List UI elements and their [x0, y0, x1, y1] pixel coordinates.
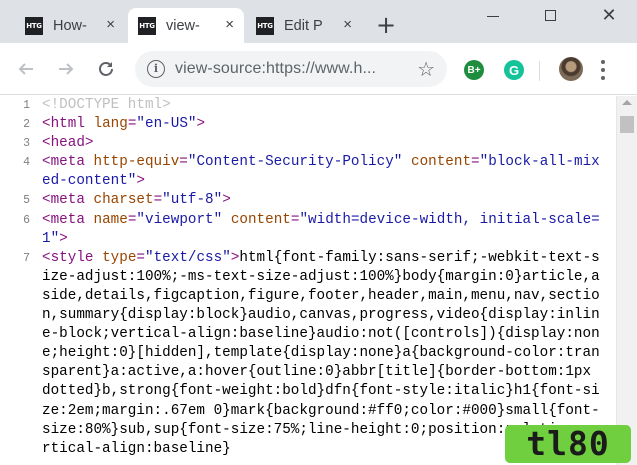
toolbar-divider — [539, 61, 540, 81]
htg-favicon-icon: HTG — [25, 16, 43, 35]
minimize-icon — [487, 15, 499, 17]
source-line: 5 <meta charset="utf-8"> — [0, 191, 616, 210]
close-icon[interactable]: × — [106, 17, 115, 33]
menu-dots-icon[interactable] — [600, 60, 606, 80]
tab-2-active[interactable]: HTG view- × — [128, 8, 244, 43]
line-number: 4 — [23, 156, 30, 170]
address-bar[interactable]: i view-source:https://www.h... ☆ — [135, 51, 447, 87]
back-button[interactable] — [14, 57, 38, 81]
reload-icon — [99, 62, 113, 76]
source-line: 2 <html lang="en-US"> — [0, 115, 616, 134]
window-close-button[interactable]: ✕ — [594, 4, 624, 26]
source-line: 4 <meta http-equiv="Content-Security-Poli… — [0, 153, 616, 191]
info-icon[interactable]: i — [147, 60, 165, 78]
arrow-right-icon — [59, 63, 74, 75]
source-code: <html lang="en-US"> — [42, 116, 206, 133]
source-line: 6 <meta name="viewport" content="width=de… — [0, 211, 616, 249]
line-number: 6 — [23, 213, 30, 227]
arrow-left-icon — [18, 63, 33, 75]
source-code: <meta http-equiv="Content-Security-Polic… — [42, 154, 600, 190]
source-line: 1 <!DOCTYPE html> — [0, 96, 616, 115]
scroll-thumb[interactable] — [620, 116, 634, 133]
extension-b-plus-icon[interactable]: B+ — [464, 60, 484, 80]
vertical-scrollbar[interactable] — [616, 96, 637, 465]
minimize-button[interactable] — [478, 4, 508, 26]
source-code: <head> — [42, 135, 94, 152]
source-code: <!DOCTYPE html> — [42, 97, 171, 113]
source-line: 3 <head> — [0, 134, 616, 153]
toolbar: i view-source:https://www.h... ☆ B+ G — [0, 43, 637, 95]
tl80-watermark-logo: tl80 — [505, 425, 631, 463]
line-number: 1 — [23, 99, 30, 112]
watermark-text: tl80 — [526, 424, 610, 463]
reload-button[interactable] — [94, 57, 118, 81]
close-icon[interactable]: × — [225, 17, 234, 33]
forward-button[interactable] — [54, 57, 78, 81]
profile-avatar[interactable] — [559, 57, 583, 81]
tab-strip: HTG How- × HTG view- × HTG Edit P × + ✕ — [0, 0, 637, 43]
star-icon[interactable]: ☆ — [417, 57, 435, 81]
new-tab-button[interactable]: + — [375, 13, 397, 37]
tab-3[interactable]: HTG Edit P × — [246, 8, 362, 43]
grammarly-icon[interactable]: G — [504, 60, 524, 80]
line-number: 2 — [23, 118, 30, 132]
htg-favicon-icon: HTG — [138, 16, 156, 35]
scroll-up-arrow-icon[interactable] — [622, 100, 632, 105]
close-icon[interactable]: × — [343, 17, 352, 33]
line-number: 3 — [23, 137, 30, 151]
maximize-icon — [544, 9, 556, 21]
htg-favicon-icon: HTG — [256, 16, 274, 35]
tab-title: Edit P — [284, 17, 323, 34]
source-code: <meta name="viewport" content="width=dev… — [42, 211, 600, 247]
maximize-button[interactable] — [535, 4, 565, 26]
tab-1[interactable]: HTG How- × — [15, 8, 125, 43]
line-number: 5 — [23, 194, 30, 208]
line-number: 7 — [23, 251, 30, 265]
tab-title: How- — [53, 17, 87, 34]
url-text[interactable]: view-source:https://www.h... — [175, 60, 395, 78]
source-code: <meta charset="utf-8"> — [42, 192, 231, 209]
tab-title: view- — [166, 17, 200, 34]
source-view: 1 <!DOCTYPE html> 2 <html lang="en-US"> 3 <he… — [0, 96, 616, 465]
